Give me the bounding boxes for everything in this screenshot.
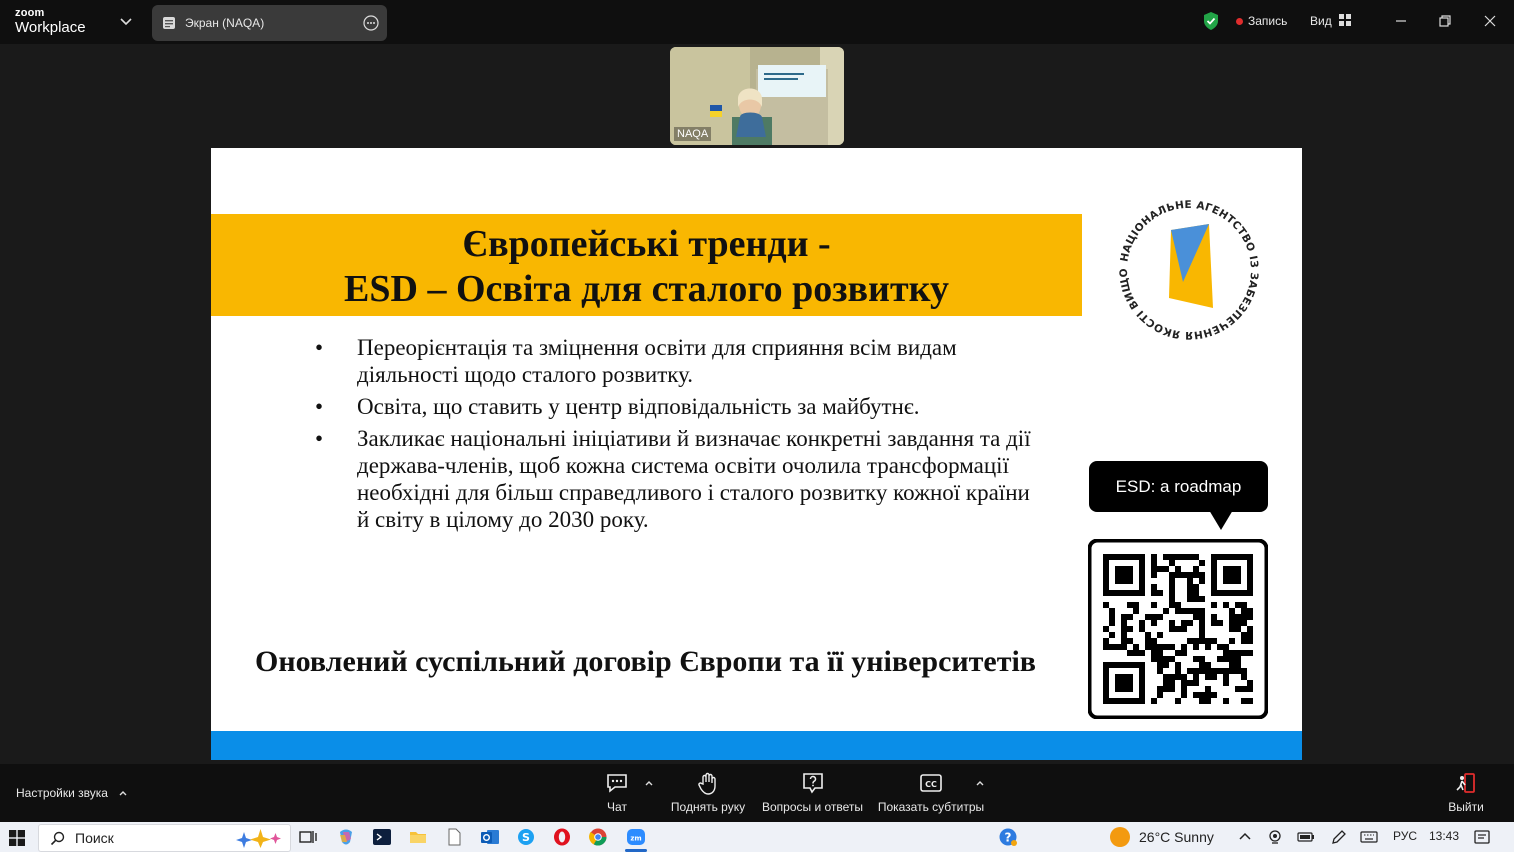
view-menu-label[interactable]: Вид xyxy=(1310,14,1332,28)
roadmap-callout-tail xyxy=(1209,510,1233,530)
naqa-seal-logo: НАЦІОНАЛЬНЕ АГЕНТСТВО ІЗ ЗАБЕЗПЕЧЕННЯ ЯК… xyxy=(1109,190,1260,341)
slide-footer-bar xyxy=(211,731,1302,760)
audio-settings-button[interactable]: Настройки звука xyxy=(16,786,108,800)
logo-workplace-text: Workplace xyxy=(15,19,86,36)
bullet-item: • Переорієнтація та зміцнення освіти для … xyxy=(311,334,1031,388)
more-options-icon[interactable] xyxy=(363,15,379,31)
slide-title-line2: ESD – Освіта для сталого розвитку xyxy=(344,268,949,310)
windows-taskbar: Поиск S zm ? 26°C Sunny РУС 13:43 xyxy=(0,822,1514,852)
chevron-up-icon[interactable] xyxy=(975,778,985,788)
svg-text:?: ? xyxy=(1005,831,1012,845)
slide-title-line1: Європейські тренди - xyxy=(462,223,831,265)
captions-button[interactable]: CC Показать субтитры xyxy=(876,770,986,814)
leave-button[interactable]: Выйти xyxy=(1444,770,1488,814)
leave-label: Выйти xyxy=(1448,800,1484,814)
taskbar-search-box[interactable]: Поиск xyxy=(38,824,291,852)
bullet-text: Освіта, що ставить у центр відповідальні… xyxy=(357,394,920,419)
input-language[interactable]: РУС xyxy=(1393,829,1417,843)
participant-name-label: NAQA xyxy=(674,127,712,141)
recording-label[interactable]: Запись xyxy=(1248,14,1287,28)
document-app-icon[interactable] xyxy=(444,827,464,847)
keyboard-icon[interactable] xyxy=(1360,828,1378,846)
skype-app-icon[interactable]: S xyxy=(516,827,536,847)
raise-hand-label: Поднять руку xyxy=(670,800,746,814)
chevron-down-icon[interactable] xyxy=(118,13,134,29)
file-explorer-icon[interactable] xyxy=(408,827,428,847)
restore-icon[interactable] xyxy=(1435,11,1455,31)
bullet-text: Закликає національні ініціативи й визнач… xyxy=(357,426,1031,532)
search-placeholder: Поиск xyxy=(75,830,114,846)
qa-button[interactable]: Вопросы и ответы xyxy=(760,770,865,814)
bullet-text: Переорієнтація та зміцнення освіти для с… xyxy=(357,335,957,387)
terminal-app-icon[interactable] xyxy=(372,827,392,847)
roadmap-label: ESD: a roadmap xyxy=(1115,477,1242,496)
question-icon xyxy=(802,773,823,794)
task-view-icon[interactable] xyxy=(298,827,318,847)
chat-label: Чат xyxy=(607,800,627,814)
weather-text: 26°C Sunny xyxy=(1139,829,1214,845)
notifications-icon[interactable] xyxy=(1473,828,1491,846)
share-tab-label: Экран (NAQA) xyxy=(185,16,265,30)
bullet-marker: • xyxy=(315,394,324,419)
svg-text:CC: CC xyxy=(925,780,937,789)
chevron-up-icon[interactable] xyxy=(118,788,128,798)
windows-start-icon[interactable] xyxy=(9,830,25,846)
participant-video-tile[interactable]: NAQA xyxy=(670,47,844,145)
battery-icon[interactable] xyxy=(1297,828,1315,846)
help-icon[interactable]: ? xyxy=(998,827,1018,847)
chevron-up-icon[interactable] xyxy=(644,778,654,788)
pen-icon[interactable] xyxy=(1330,828,1348,846)
chrome-app-icon[interactable] xyxy=(588,827,608,847)
roadmap-callout: ESD: a roadmap xyxy=(1089,461,1268,512)
raise-hand-button[interactable]: Поднять руку xyxy=(668,770,748,814)
close-icon[interactable] xyxy=(1480,11,1500,31)
bullet-marker: • xyxy=(315,426,324,451)
minimize-icon[interactable] xyxy=(1391,11,1411,31)
system-clock[interactable]: 13:43 xyxy=(1429,829,1459,843)
copilot-app-icon[interactable] xyxy=(336,827,356,847)
outlook-app-icon[interactable] xyxy=(480,827,500,847)
svg-text:zm: zm xyxy=(630,835,641,843)
hand-icon xyxy=(698,772,716,795)
sun-icon xyxy=(1110,827,1130,847)
bullet-list: • Переорієнтація та зміцнення освіти для … xyxy=(311,334,1031,538)
screen-share-tab[interactable]: Экран (NAQA) xyxy=(152,5,387,41)
logo-zoom-text: zoom xyxy=(15,7,45,19)
leave-door-icon xyxy=(1456,773,1475,793)
encryption-shield-icon[interactable] xyxy=(1201,11,1221,31)
zoom-app-icon[interactable]: zm xyxy=(626,827,646,847)
camera-status-icon[interactable] xyxy=(1266,828,1284,846)
zoom-title-bar: zoom Workplace Экран (NAQA) Запись Вид xyxy=(0,0,1514,44)
qr-code xyxy=(1088,539,1268,719)
copilot-sparkle-icon xyxy=(236,829,281,848)
meeting-toolbar: Настройки звука Чат Поднять руку Вопросы… xyxy=(0,764,1514,822)
shared-presentation-slide: Європейські тренди - ESD – Освіта для ст… xyxy=(211,148,1302,760)
chevron-up-icon[interactable] xyxy=(1236,828,1254,846)
closed-captions-icon: CC xyxy=(920,774,942,792)
chat-icon xyxy=(607,774,627,793)
bullet-item: • Закликає національні ініціативи й визна… xyxy=(311,425,1031,533)
slide-title: Європейські тренди - ESD – Освіта для ст… xyxy=(211,222,1082,312)
qa-label: Вопросы и ответы xyxy=(761,800,864,814)
svg-text:S: S xyxy=(522,831,530,844)
bullet-marker: • xyxy=(315,335,324,360)
slide-conclusion: Оновлений суспільний договір Європи та ї… xyxy=(255,645,1037,678)
bullet-item: • Освіта, що ставить у центр відповідальн… xyxy=(311,393,1031,420)
zoom-workplace-logo[interactable]: zoom Workplace xyxy=(15,7,86,36)
screen-share-icon xyxy=(163,17,175,29)
opera-app-icon[interactable] xyxy=(552,827,572,847)
captions-label: Показать субтитры xyxy=(877,800,985,814)
grid-view-icon[interactable] xyxy=(1338,13,1352,27)
search-icon xyxy=(50,831,65,846)
chat-button[interactable]: Чат xyxy=(598,770,636,814)
recording-indicator xyxy=(1236,18,1243,25)
